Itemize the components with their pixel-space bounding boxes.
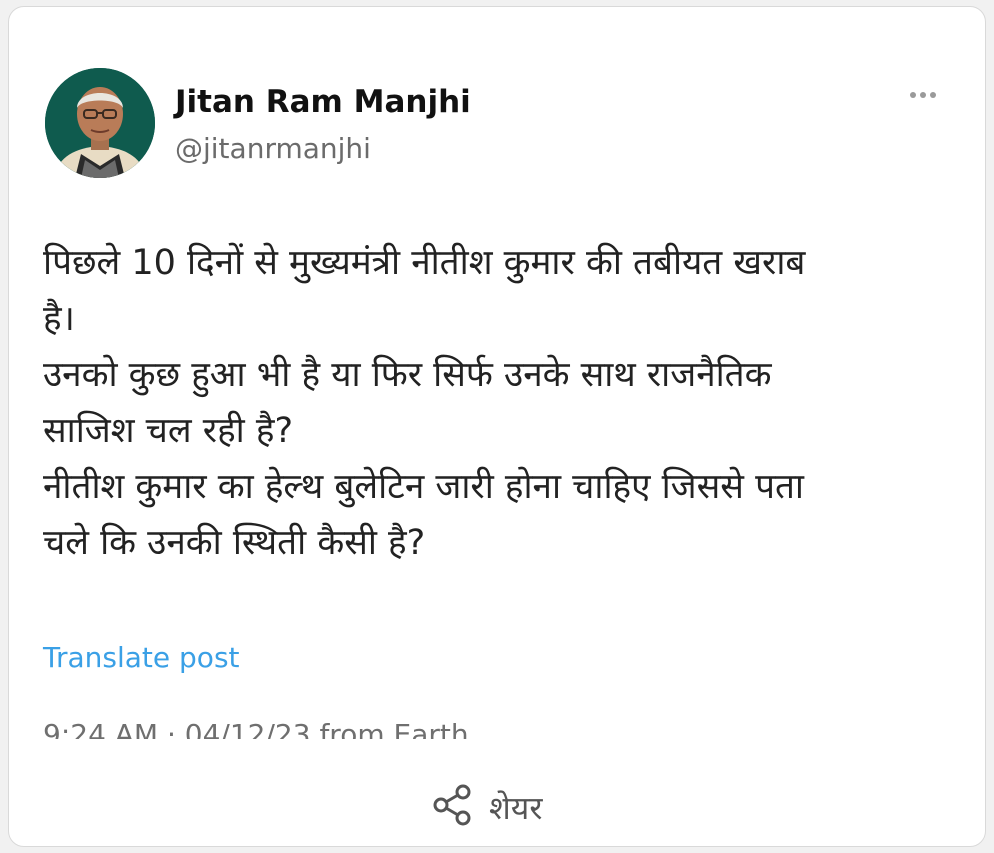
post-text-line: उनको कुछ हुआ भी है या फिर सिर्फ उनके साथ… [43,355,772,395]
share-icon [431,783,475,831]
post-text-line: नीतीश कुमार का हेल्थ बुलेटिन जारी होना च… [43,467,804,507]
post-card: Jitan Ram Manjhi @jitanrmanjhi पिछले 10 … [8,6,986,847]
post-text-line: साजिश चल रही है? [43,411,294,451]
author-handle[interactable]: @jitanrmanjhi [175,132,371,165]
share-label: शेयर [489,788,543,827]
post-text-line: है। [43,299,75,339]
post-timestamp[interactable]: 9:24 AM · 04/12/23 from Earth [43,717,743,739]
avatar-portrait-image [45,68,155,178]
timestamp-container: 9:24 AM · 04/12/23 from Earth [43,717,743,739]
post-text: पिछले 10 दिनों से मुख्यमंत्री नीतीश कुमा… [43,235,943,571]
avatar[interactable] [45,68,155,178]
share-button[interactable]: शेयर [431,782,542,832]
post-text-line: चले कि उनकी स्थिती कैसी है? [43,523,426,563]
more-options-icon[interactable] [899,85,947,105]
translate-post-link[interactable]: Translate post [43,641,240,674]
author-name[interactable]: Jitan Ram Manjhi [175,84,471,120]
post-text-line: पिछले 10 दिनों से मुख्यमंत्री नीतीश कुमा… [43,243,806,283]
